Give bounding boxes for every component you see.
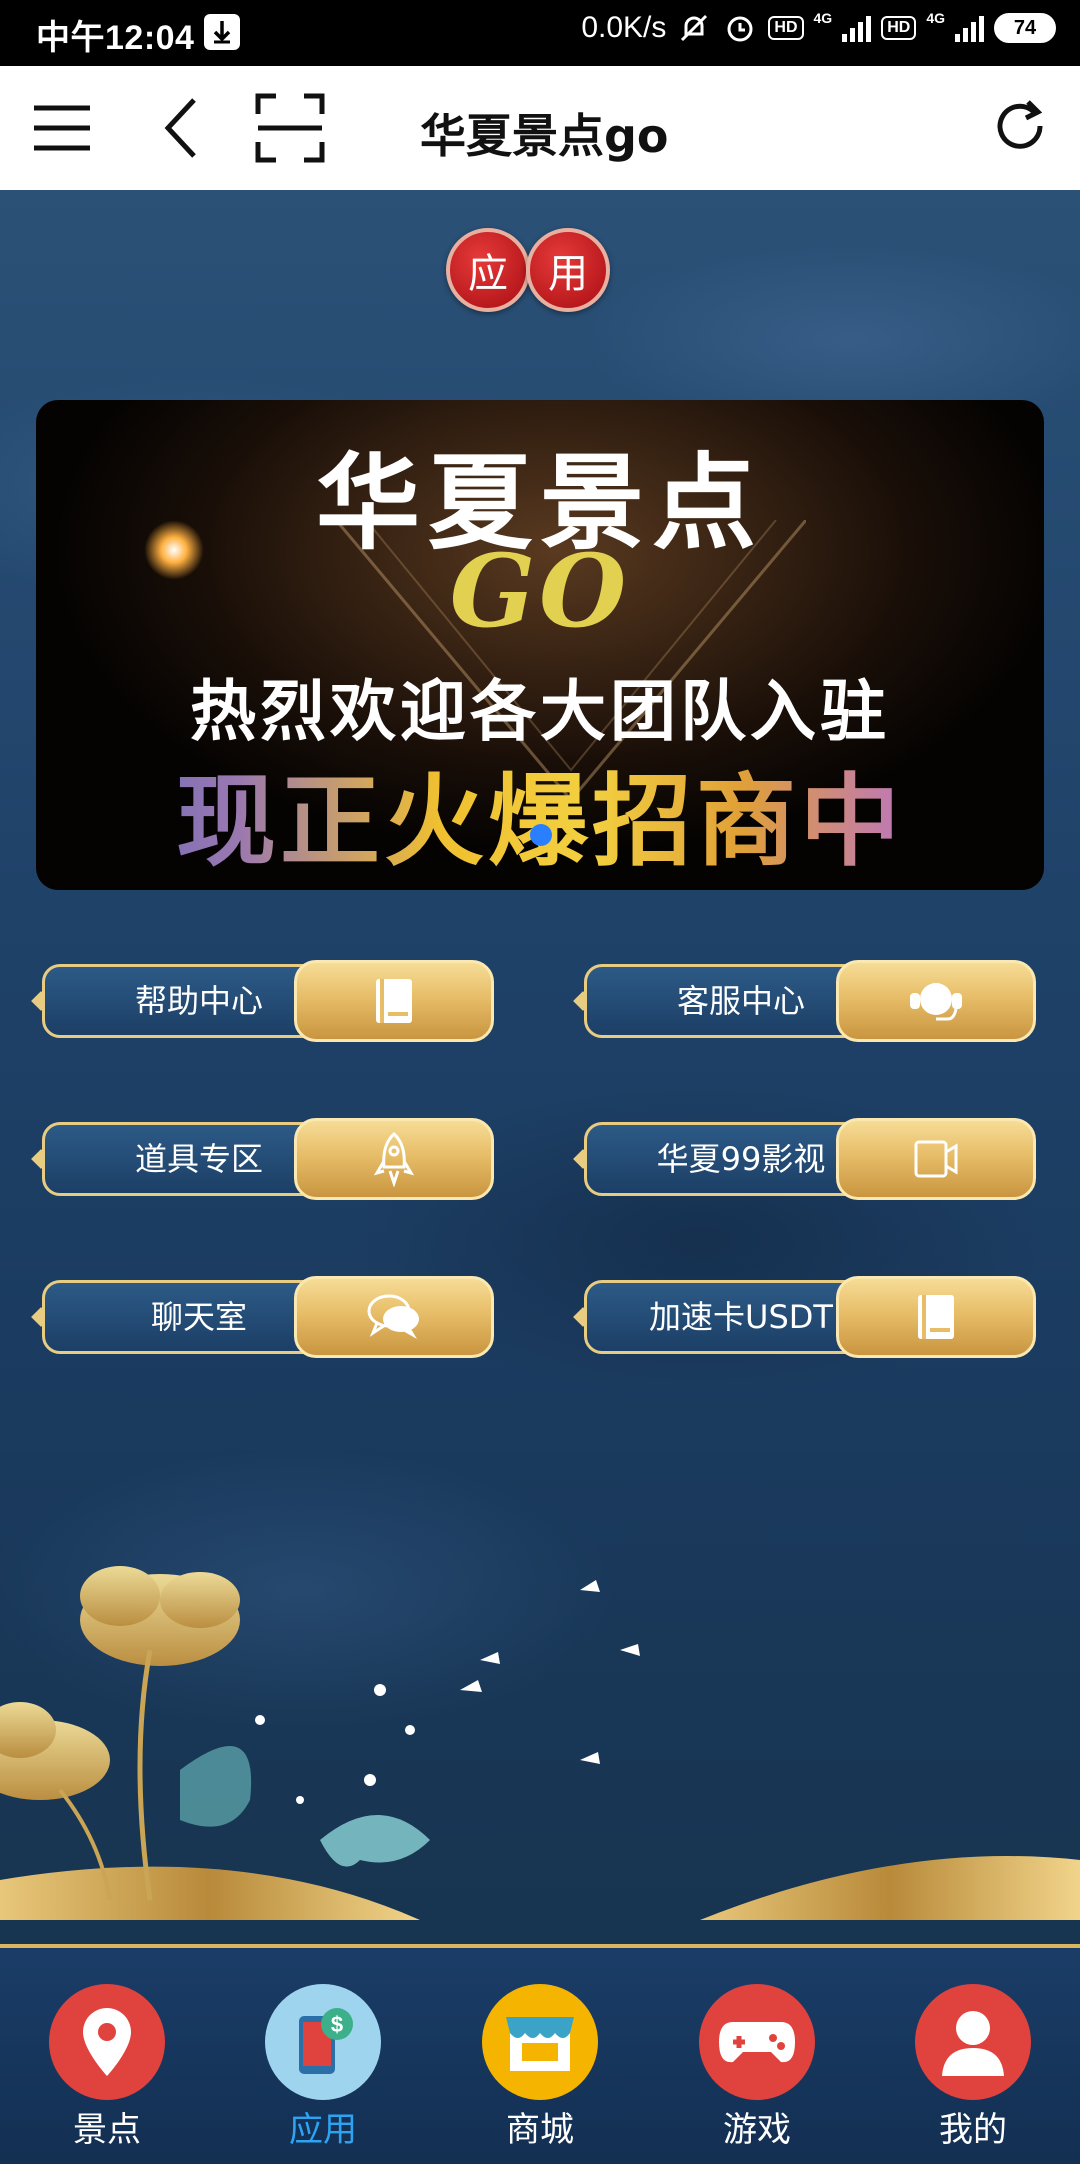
tab-mall[interactable]: 商城	[465, 1984, 615, 2151]
store-icon	[482, 1984, 598, 2100]
hd-badge-2: HD	[881, 16, 917, 40]
section-tag-char-2: 用	[526, 228, 610, 312]
signal-icon-1	[842, 14, 872, 42]
tab-label-profile: 我的	[939, 2110, 1007, 2150]
banner-line-2: GO	[449, 532, 631, 650]
help-center-button[interactable]: 帮助中心	[31, 958, 504, 1044]
svg-text:$: $	[331, 2012, 343, 2037]
chat-icon	[294, 1276, 494, 1358]
section-tag: 应 用	[446, 228, 610, 312]
alarm-icon	[727, 16, 753, 42]
scan-icon[interactable]	[254, 92, 326, 168]
carousel-indicator[interactable]	[530, 824, 552, 846]
page-title: 华夏景点go	[420, 109, 669, 163]
net-type-2: 4G	[926, 10, 945, 26]
usdt-card-button[interactable]: 加速卡USDT	[573, 1274, 1046, 1360]
gamepad-icon	[699, 1984, 815, 2100]
back-icon[interactable]	[160, 96, 204, 164]
mute-icon	[681, 14, 708, 42]
banner-line-4: 现正火爆招商中	[36, 740, 1044, 885]
promo-banner[interactable]: 华夏景点 GO 热烈欢迎各大团队入驻 现正火爆招商中	[36, 400, 1044, 890]
floral-decoration	[0, 1566, 1080, 1920]
book-icon	[294, 960, 494, 1042]
location-pin-icon	[49, 1984, 165, 2100]
tab-profile[interactable]: 我的	[898, 1984, 1048, 2151]
props-zone-button[interactable]: 道具专区	[31, 1116, 504, 1202]
tab-attractions[interactable]: 景点	[32, 1984, 182, 2151]
battery-icon: 74	[994, 13, 1056, 43]
video-icon	[836, 1118, 1036, 1200]
tab-games[interactable]: 游戏	[682, 1984, 832, 2151]
tab-apps[interactable]: $ 应用	[248, 1984, 398, 2151]
refresh-icon[interactable]	[990, 96, 1050, 160]
net-speed: 0.0K/s	[581, 11, 667, 44]
hd-badge-1: HD	[768, 16, 804, 40]
tab-label-mall: 商城	[506, 2110, 574, 2150]
status-time: 中午12:04	[36, 19, 195, 57]
download-icon	[204, 14, 240, 50]
rocket-icon	[294, 1118, 494, 1200]
battery-level: 74	[1013, 16, 1037, 39]
video-button[interactable]: 华夏99影视	[573, 1116, 1046, 1202]
status-bar: 中午12:04 0.0K/s HD 4G HD 4G 74	[0, 0, 1080, 66]
book-icon	[836, 1276, 1036, 1358]
chat-room-button[interactable]: 聊天室	[31, 1274, 504, 1360]
net-type-1: 4G	[813, 10, 833, 26]
phone-dollar-icon: $	[265, 1984, 381, 2100]
headset-icon	[836, 960, 1036, 1042]
tab-label-apps: 应用	[289, 2110, 357, 2150]
status-right: 0.0K/s HD 4G HD 4G 74	[581, 10, 1056, 46]
user-icon	[915, 1984, 1031, 2100]
bottom-tab-bar: 景点 $ 应用 商城 游戏 我的	[0, 1944, 1080, 2164]
tab-label-attractions: 景点	[73, 2110, 141, 2150]
signal-icon-2	[955, 14, 984, 42]
menu-icon[interactable]	[30, 96, 94, 164]
customer-service-button[interactable]: 客服中心	[573, 958, 1046, 1044]
app-header: 华夏景点go	[0, 66, 1080, 190]
tab-label-games: 游戏	[723, 2110, 791, 2150]
section-tag-char-1: 应	[446, 228, 530, 312]
